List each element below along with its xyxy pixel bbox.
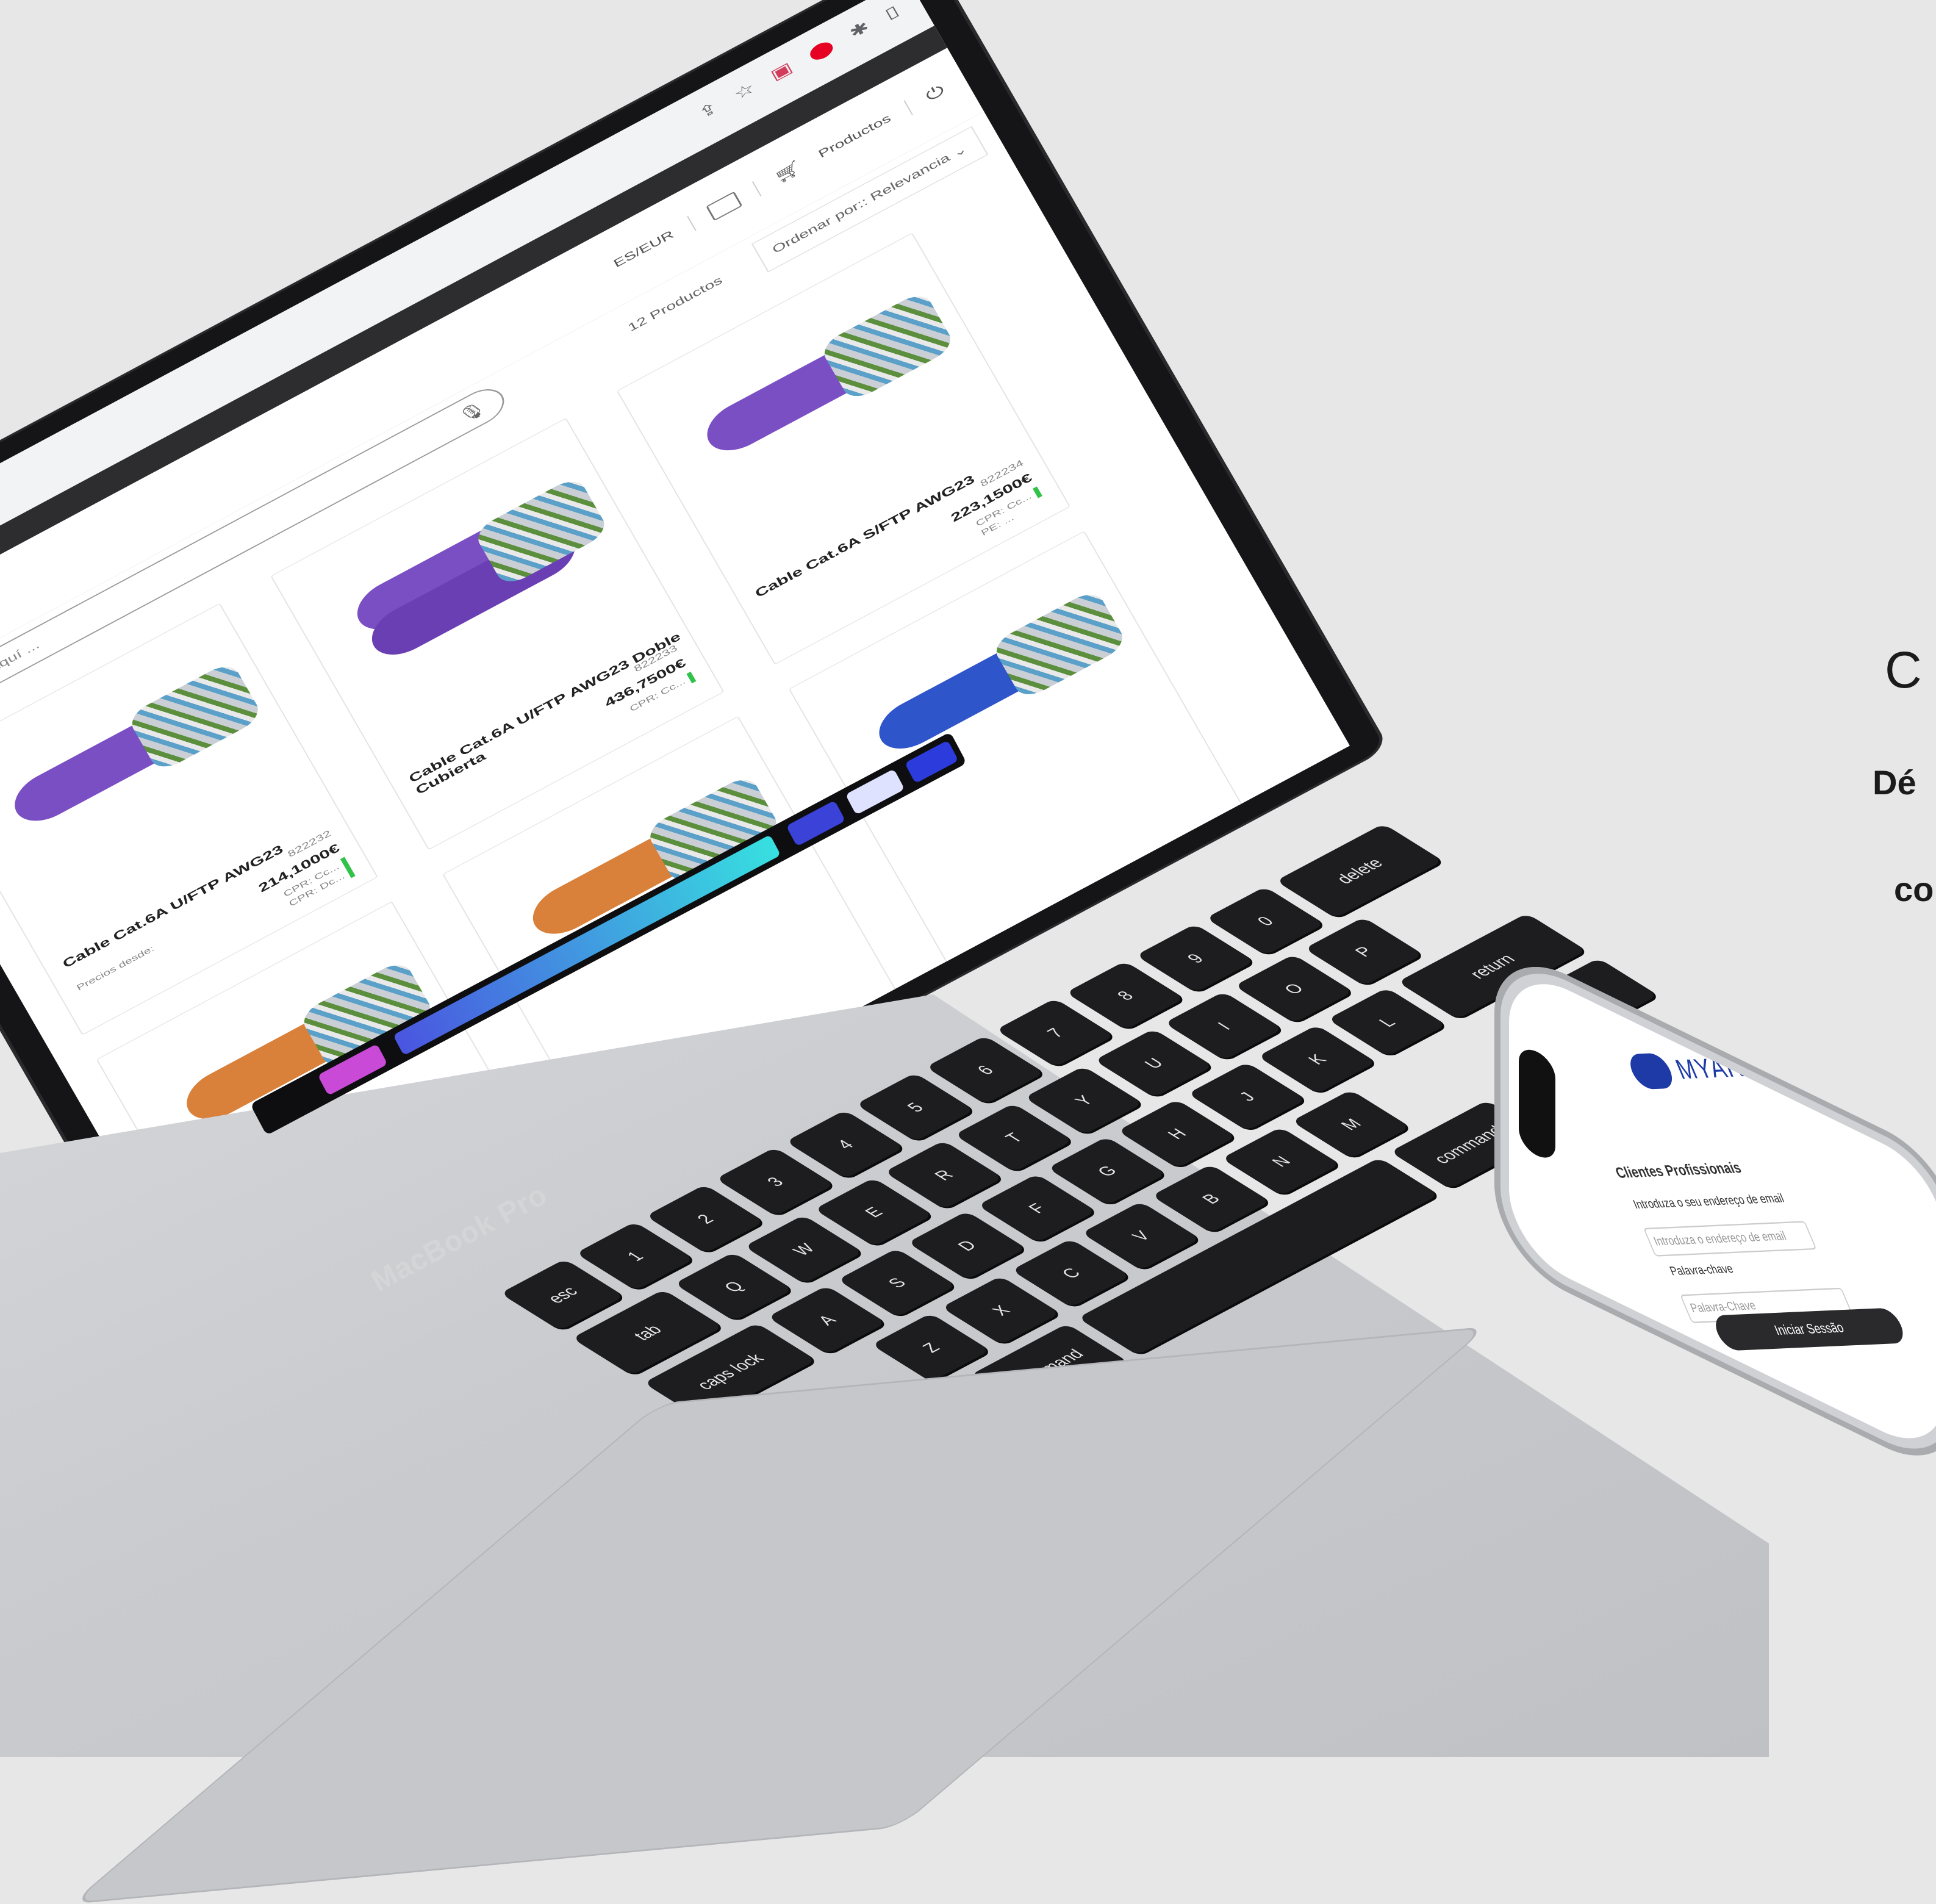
power-icon[interactable]: ⏻ (923, 82, 948, 105)
search-placeholder: Busque aquí ... (0, 638, 42, 706)
puzzle-icon[interactable]: ✱ (847, 18, 873, 41)
account-card-icon[interactable] (705, 191, 742, 221)
star-icon[interactable]: ☆ (731, 79, 758, 103)
pinterest-icon[interactable]: ⬤ (805, 37, 837, 64)
password-label: Palavra-chave (1668, 1262, 1735, 1278)
stock-indicator (686, 671, 697, 684)
divider (751, 181, 761, 196)
headline-fragment: C (1885, 641, 1922, 699)
subtext-fragment: Dé (1873, 763, 1916, 802)
locale-selector[interactable]: ES/EUR (611, 228, 676, 270)
divider (903, 99, 914, 115)
login-heading: Clientes Profissionais (1613, 1159, 1744, 1182)
cart-label[interactable]: Productos (816, 112, 893, 160)
sidebar-icon[interactable]: ▯ (882, 2, 902, 23)
chevron-down-icon: ⌄ (950, 142, 970, 160)
share-icon[interactable]: ⇪ (695, 98, 722, 122)
subtext-fragment: co (1894, 870, 1934, 908)
login-button[interactable]: Iniciar Sessão (1710, 1307, 1909, 1351)
cart-icon[interactable]: 🛒︎ (770, 157, 806, 187)
stock-indicator (345, 866, 356, 878)
stock-indicator (1033, 486, 1042, 498)
extension-badge-icon[interactable]: ▣ (767, 59, 795, 84)
microphone-icon[interactable]: 🎙︎ (454, 398, 490, 427)
email-label: Introduza o seu endereço de email (1631, 1191, 1787, 1212)
key-delete[interactable]: delete (1275, 824, 1443, 919)
email-field[interactable]: Introduza o endereço de email (1643, 1221, 1817, 1257)
divider (686, 216, 697, 231)
logo-mark-icon (1625, 1052, 1678, 1090)
